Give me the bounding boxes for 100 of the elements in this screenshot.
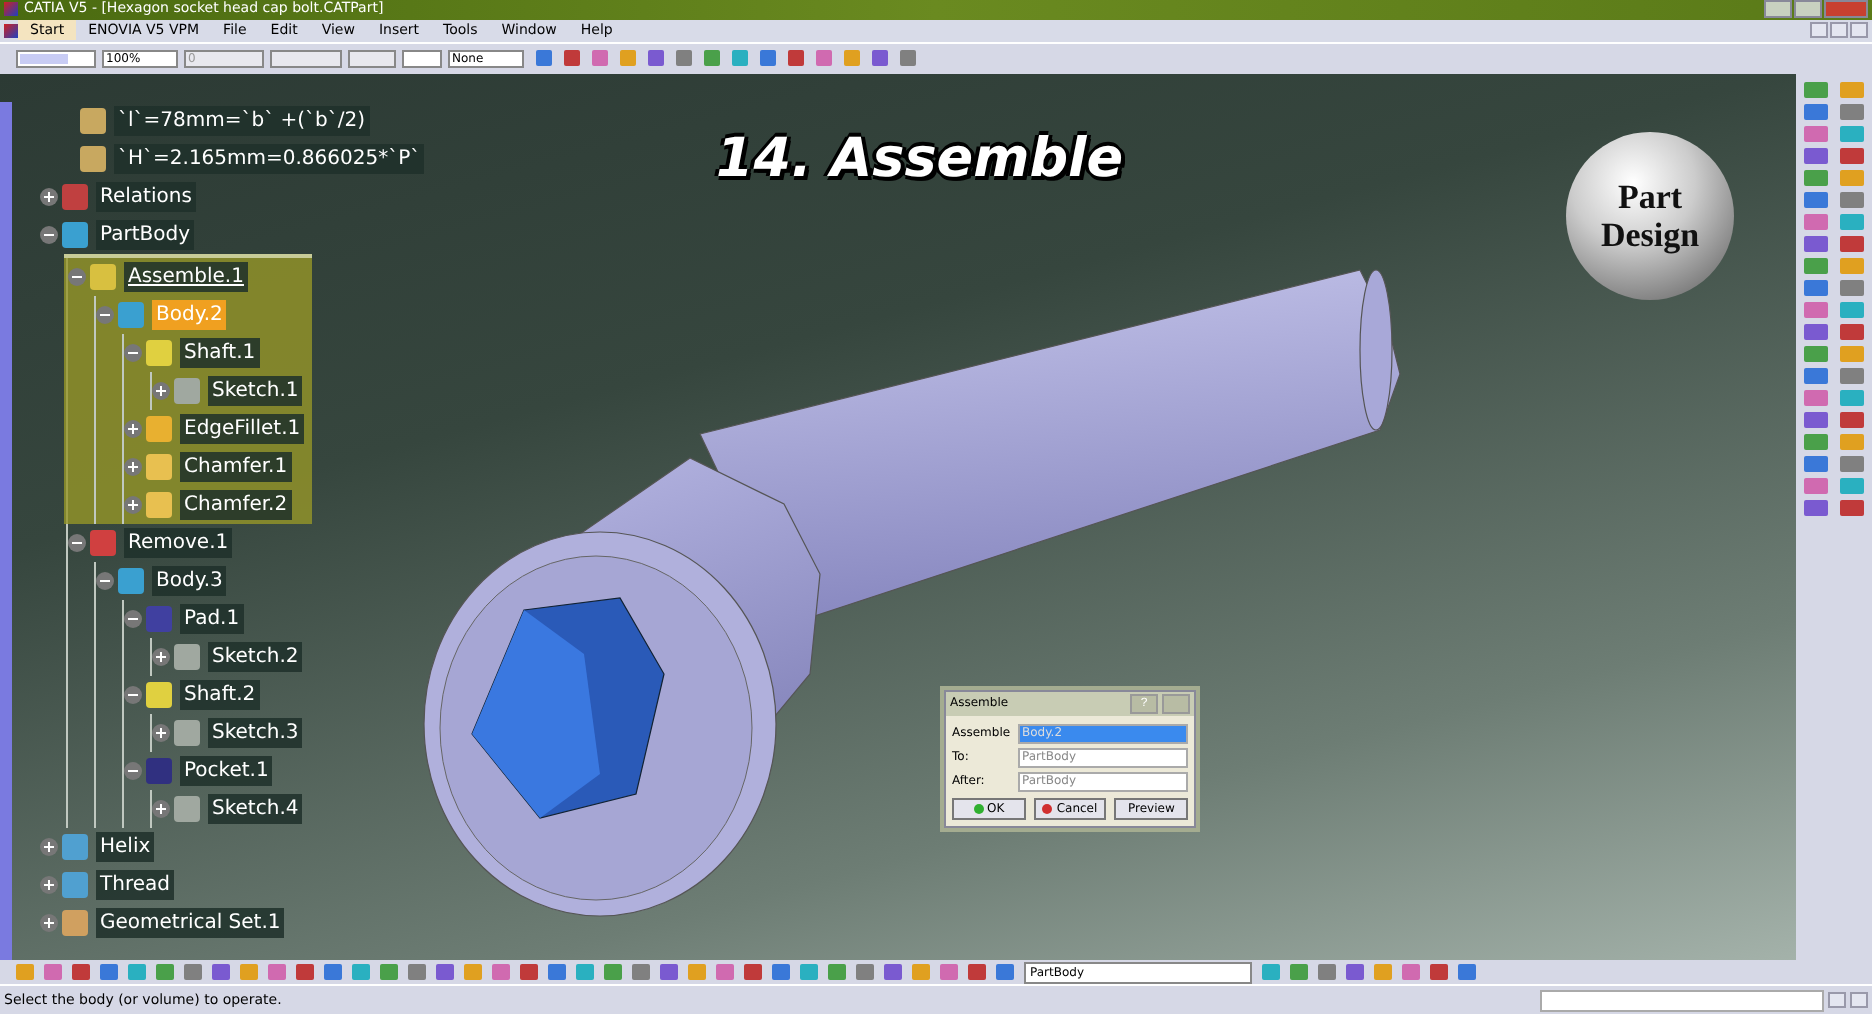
tool-icon[interactable] <box>1840 433 1864 450</box>
expand-toggle[interactable] <box>152 647 170 666</box>
expand-toggle[interactable] <box>124 419 142 438</box>
tool-icon[interactable] <box>1840 477 1864 494</box>
tool-icon[interactable] <box>1840 367 1864 384</box>
tree-item[interactable]: EdgeFillet.1 <box>180 413 305 444</box>
tree-item[interactable]: Pad.1 <box>180 603 244 634</box>
tool-icon[interactable] <box>1840 455 1864 472</box>
tool-icon[interactable] <box>1804 169 1828 186</box>
tree-item[interactable]: Sketch.3 <box>208 717 303 748</box>
tree-item[interactable]: Sketch.4 <box>208 793 303 824</box>
tool-icon[interactable] <box>1840 411 1864 428</box>
expand-toggle[interactable] <box>152 799 170 818</box>
command-field[interactable] <box>1540 989 1824 1012</box>
tool-icon[interactable] <box>1840 147 1864 164</box>
tool-icon[interactable] <box>1804 411 1828 428</box>
tool-icon[interactable] <box>1840 323 1864 340</box>
collapse-toggle[interactable] <box>68 267 86 286</box>
tool-icon[interactable] <box>1840 301 1864 318</box>
collapse-toggle[interactable] <box>124 685 142 704</box>
tool-icon[interactable] <box>1840 191 1864 208</box>
remove-icon <box>90 529 116 556</box>
tree-item[interactable]: Assemble.1 <box>124 261 248 292</box>
close-button[interactable] <box>1850 22 1868 39</box>
tool-icon[interactable] <box>1804 103 1828 120</box>
tool-icon[interactable] <box>1804 455 1828 472</box>
tool-icon[interactable] <box>1840 213 1864 230</box>
helix-icon <box>62 833 88 860</box>
tree-item[interactable]: Shaft.2 <box>180 679 260 710</box>
collapse-toggle[interactable] <box>96 305 114 324</box>
expand-toggle[interactable] <box>40 837 58 856</box>
tree-item[interactable]: Shaft.1 <box>180 337 260 368</box>
tool-icon[interactable] <box>1840 499 1864 516</box>
tool-icon[interactable] <box>1840 169 1864 186</box>
expand-toggle[interactable] <box>152 723 170 742</box>
tool-icon[interactable] <box>1840 235 1864 252</box>
tool-icon[interactable] <box>1804 279 1828 296</box>
collapse-toggle[interactable] <box>124 343 142 362</box>
tool-icon[interactable] <box>1804 257 1828 274</box>
tool-icon[interactable] <box>1804 301 1828 318</box>
weight-dropdown[interactable] <box>402 49 442 68</box>
tool-icon[interactable] <box>1840 345 1864 362</box>
tree-item[interactable]: Sketch.2 <box>208 641 303 672</box>
color-dropdown[interactable] <box>16 49 96 68</box>
expand-toggle[interactable] <box>40 875 58 894</box>
tool-icon[interactable] <box>1840 389 1864 406</box>
step-title: 14. Assemble <box>716 127 1124 190</box>
tool-icon[interactable] <box>1804 235 1828 252</box>
close-button[interactable] <box>1824 0 1868 19</box>
expand-toggle[interactable] <box>124 495 142 514</box>
tool-icon[interactable] <box>1840 279 1864 296</box>
tree-item[interactable]: Helix <box>96 831 155 862</box>
minimize-button[interactable] <box>1764 0 1792 19</box>
tool-icon[interactable] <box>1804 433 1828 450</box>
tree-item[interactable]: Chamfer.2 <box>180 489 292 520</box>
tool-icon[interactable] <box>1840 81 1864 98</box>
tool-icon[interactable] <box>1804 125 1828 142</box>
shaft-icon <box>146 339 172 366</box>
pad-icon <box>146 605 172 632</box>
tree-item[interactable]: Remove.1 <box>124 527 233 558</box>
tool-icon[interactable] <box>1804 499 1828 516</box>
tool-icon[interactable] <box>1840 103 1864 120</box>
tree-item[interactable]: PartBody <box>96 219 194 250</box>
tree-item[interactable]: `l`=78mm=`b` +(`b`/2) <box>114 105 370 136</box>
tree-item[interactable]: Geometrical Set.1 <box>96 907 285 938</box>
expand-toggle[interactable] <box>40 187 58 206</box>
collapse-toggle[interactable] <box>124 761 142 780</box>
minimize-button[interactable] <box>1810 22 1828 39</box>
tool-icon[interactable] <box>1804 191 1828 208</box>
tool-icon[interactable] <box>1804 367 1828 384</box>
linetype-dropdown[interactable] <box>270 49 342 68</box>
tool-icon[interactable] <box>1804 213 1828 230</box>
collapse-toggle[interactable] <box>68 533 86 552</box>
expand-toggle[interactable] <box>152 381 170 400</box>
collapse-toggle[interactable] <box>40 225 58 244</box>
maximize-button[interactable] <box>1794 0 1822 19</box>
fillet-icon <box>146 415 172 442</box>
close-button[interactable] <box>1162 693 1190 714</box>
expand-toggle[interactable] <box>40 913 58 932</box>
tool-icon[interactable] <box>1804 389 1828 406</box>
collapse-toggle[interactable] <box>96 571 114 590</box>
tree-item[interactable]: Sketch.1 <box>208 375 303 406</box>
point-dropdown[interactable] <box>348 49 396 68</box>
assemble-icon <box>90 263 116 290</box>
tree-item[interactable]: Pocket.1 <box>180 755 273 786</box>
tool-icon[interactable] <box>1804 147 1828 164</box>
expand-toggle[interactable] <box>124 457 142 476</box>
tree-item[interactable]: Thread <box>96 869 174 900</box>
tool-icon[interactable] <box>1804 345 1828 362</box>
collapse-toggle[interactable] <box>124 609 142 628</box>
restore-button[interactable] <box>1830 22 1848 39</box>
tool-icon[interactable] <box>1840 257 1864 274</box>
tree-item[interactable]: Chamfer.1 <box>180 451 292 482</box>
tool-icon[interactable] <box>1840 125 1864 142</box>
tool-icon[interactable] <box>1804 477 1828 494</box>
tool-icon[interactable] <box>1804 323 1828 340</box>
tree-item[interactable]: `H`=2.165mm=0.866025*`P` <box>114 143 425 174</box>
tree-item[interactable]: Body.3 <box>152 565 227 596</box>
tree-item[interactable]: Relations <box>96 181 196 212</box>
tool-icon[interactable] <box>1804 81 1828 98</box>
